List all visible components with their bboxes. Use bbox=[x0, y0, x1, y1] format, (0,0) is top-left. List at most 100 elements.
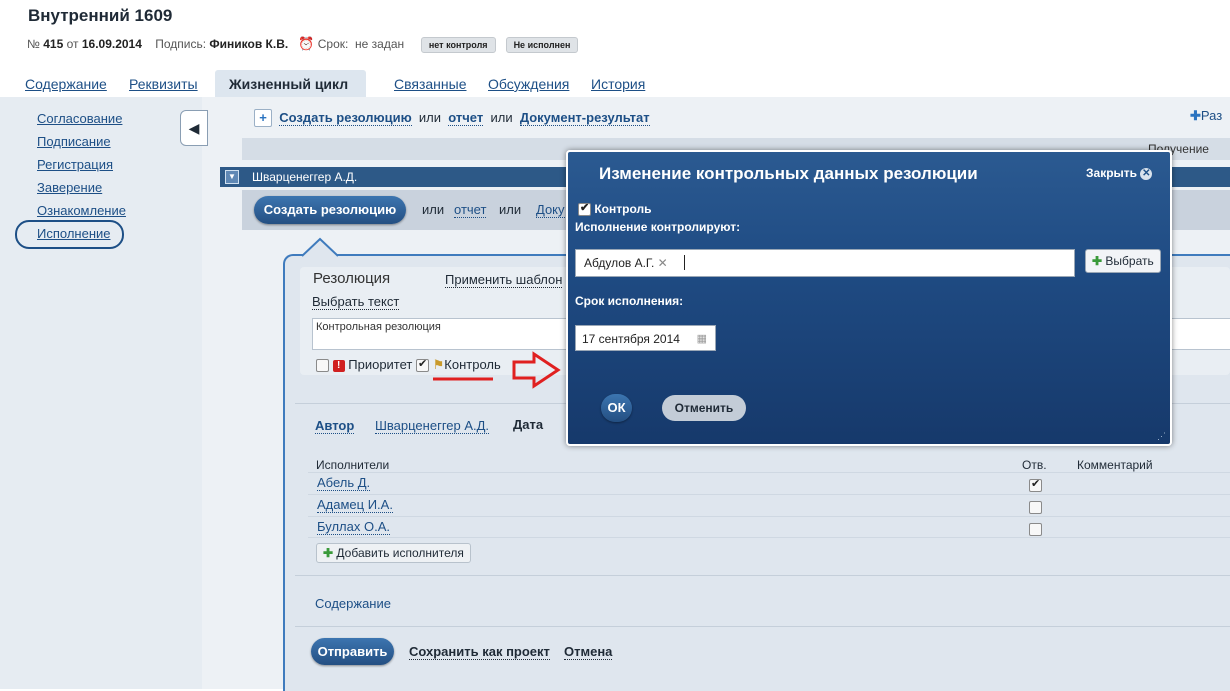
table-row: Адамец И.А. bbox=[308, 494, 1230, 515]
document-result-link[interactable]: Документ-результат bbox=[519, 110, 650, 126]
table-row: Буллах О.А. bbox=[308, 516, 1230, 538]
author-link[interactable]: Автор bbox=[315, 418, 355, 434]
collapse-triangle-icon[interactable]: ▼ bbox=[225, 170, 239, 184]
create-resolution-button[interactable]: Создать резолюцию bbox=[254, 196, 406, 224]
ok-button[interactable]: ОК bbox=[601, 394, 632, 422]
report-link[interactable]: отчет bbox=[454, 202, 487, 218]
plus-icon: ✚ bbox=[1190, 108, 1201, 123]
controllers-input[interactable]: Абдулов А.Г. ✕ bbox=[575, 249, 1075, 277]
tab-lifecycle[interactable]: Жизненный цикл bbox=[215, 70, 367, 98]
deadline-label: Срок: bbox=[317, 37, 349, 51]
comment-header: Комментарий bbox=[1077, 458, 1153, 472]
resize-grip-icon[interactable]: ⋰ bbox=[1157, 431, 1166, 442]
panel-pointer bbox=[301, 237, 339, 257]
due-date-value: 17 сентября 2014 bbox=[582, 332, 680, 346]
author-value-link[interactable]: Шварценеггер А.Д. bbox=[375, 418, 490, 434]
choose-text-link[interactable]: Выбрать текст bbox=[312, 294, 400, 310]
or-text: или bbox=[499, 202, 522, 217]
resolution-text: Контрольная резолюция bbox=[316, 321, 441, 333]
cancel-button[interactable]: Отменить bbox=[662, 395, 746, 421]
number-prefix: № bbox=[27, 37, 40, 51]
content-link[interactable]: Содержание bbox=[315, 596, 391, 611]
control-option: Контроль bbox=[578, 201, 652, 217]
cancel-link[interactable]: Отмена bbox=[564, 644, 613, 660]
collapse-sidebar-button[interactable]: ◀ bbox=[180, 110, 208, 146]
sidebar-item-signing[interactable]: Подписание bbox=[37, 134, 111, 149]
control-status-badge: нет контроля bbox=[420, 36, 496, 53]
responsible-checkbox[interactable] bbox=[1029, 523, 1042, 537]
due-date-field[interactable]: 17 сентября 2014 ▦ bbox=[575, 325, 716, 351]
document-meta: № 415 от 16.09.2014 Подпись: Фиников К.В… bbox=[27, 36, 579, 53]
table-row: Абель Д. bbox=[308, 472, 1230, 493]
deadline-value: не задан bbox=[355, 37, 405, 51]
signed-label: Подпись: bbox=[155, 37, 207, 51]
control-data-dialog: Изменение контрольных данных резолюции З… bbox=[566, 150, 1172, 446]
sidebar-item-familiarization[interactable]: Ознакомление bbox=[37, 203, 126, 218]
calendar-icon[interactable]: ▦ bbox=[697, 326, 707, 352]
add-executor-button[interactable]: ✚ Добавить исполнителя bbox=[316, 543, 471, 563]
executors-table-header: Исполнители Отв. Комментарий bbox=[308, 456, 1230, 472]
sidebar-item-approval[interactable]: Согласование bbox=[37, 111, 122, 126]
divider bbox=[295, 626, 1230, 627]
back-arrow-icon: ◀ bbox=[188, 120, 200, 136]
signer-name: Фиников К.В. bbox=[209, 37, 289, 51]
close-circle-icon: ✕ bbox=[1140, 167, 1153, 180]
text-caret bbox=[684, 255, 685, 270]
remove-tag-icon[interactable]: ✕ bbox=[658, 256, 668, 270]
apply-template-link[interactable]: Применить шаблон bbox=[445, 272, 563, 288]
document-number: 415 bbox=[43, 37, 64, 51]
tab-history[interactable]: История bbox=[591, 76, 645, 92]
responsible-checkbox[interactable] bbox=[1029, 477, 1042, 493]
dialog-control-checkbox[interactable] bbox=[578, 201, 591, 217]
expand-label: Раз bbox=[1200, 108, 1223, 123]
dialog-control-label: Контроль bbox=[594, 202, 652, 216]
save-draft-link[interactable]: Сохранить как проект bbox=[409, 644, 550, 660]
tab-discussions[interactable]: Обсуждения bbox=[488, 76, 569, 92]
select-label: Выбрать bbox=[1105, 254, 1154, 268]
sidebar-item-certification[interactable]: Заверение bbox=[37, 180, 102, 195]
tab-bar: Содержание Реквизиты Жизненный цикл Связ… bbox=[0, 70, 1230, 98]
priority-checkbox[interactable] bbox=[316, 359, 329, 373]
close-label: Закрыть bbox=[1086, 166, 1138, 180]
or-text: или bbox=[490, 110, 513, 125]
tab-related[interactable]: Связанные bbox=[394, 76, 467, 92]
or-text: или bbox=[422, 202, 445, 217]
dialog-title: Изменение контрольных данных резолюции bbox=[599, 164, 978, 183]
expand-link[interactable]: ✚Раз bbox=[1190, 108, 1222, 124]
document-title: Внутренний 1609 bbox=[28, 6, 173, 25]
tab-details[interactable]: Реквизиты bbox=[129, 76, 198, 92]
report-link[interactable]: отчет bbox=[448, 110, 484, 126]
annotation-arrow bbox=[433, 351, 561, 389]
date-label: Дата bbox=[513, 417, 544, 432]
plus-icon[interactable]: + bbox=[254, 109, 272, 127]
control-checkbox[interactable] bbox=[416, 357, 429, 373]
or-text: или bbox=[418, 110, 442, 125]
send-button[interactable]: Отправить bbox=[311, 638, 394, 665]
controller-tag-label: Абдулов А.Г. bbox=[584, 256, 655, 270]
group-author: Шварценеггер А.Д. bbox=[252, 170, 358, 184]
exclamation-icon: ! bbox=[332, 359, 345, 372]
controllers-label: Исполнение контролируют: bbox=[575, 220, 741, 234]
executor-name[interactable]: Адамец И.А. bbox=[317, 497, 393, 513]
plus-icon: ✚ bbox=[323, 546, 334, 560]
select-button[interactable]: ✚ Выбрать bbox=[1085, 249, 1161, 273]
from-label: от bbox=[66, 37, 79, 51]
close-button[interactable]: Закрыть ✕ bbox=[1086, 166, 1153, 180]
due-date-label: Срок исполнения: bbox=[575, 294, 684, 308]
responsible-checkbox[interactable] bbox=[1029, 501, 1042, 515]
executor-name[interactable]: Буллах О.А. bbox=[317, 519, 390, 535]
controller-tag: Абдулов А.Г. ✕ bbox=[584, 256, 668, 270]
add-executor-label: Добавить исполнителя bbox=[336, 546, 464, 560]
resolution-heading: Резолюция bbox=[313, 270, 391, 287]
create-resolution-link[interactable]: Создать резолюцию bbox=[279, 110, 412, 126]
document-link[interactable]: Доку bbox=[536, 202, 565, 218]
create-toolbar: + Создать резолюцию или отчет или Докуме… bbox=[254, 109, 650, 127]
sidebar-item-registration[interactable]: Регистрация bbox=[37, 157, 113, 172]
executor-name[interactable]: Абель Д. bbox=[317, 475, 371, 491]
document-date: 16.09.2014 bbox=[81, 37, 142, 51]
alarm-clock-icon: ⏰ bbox=[298, 36, 315, 51]
executors-header: Исполнители bbox=[316, 458, 390, 472]
plus-icon: ✚ bbox=[1092, 254, 1103, 268]
tab-content[interactable]: Содержание bbox=[25, 76, 107, 92]
sidebar-item-execution[interactable]: Исполнение bbox=[37, 226, 111, 241]
